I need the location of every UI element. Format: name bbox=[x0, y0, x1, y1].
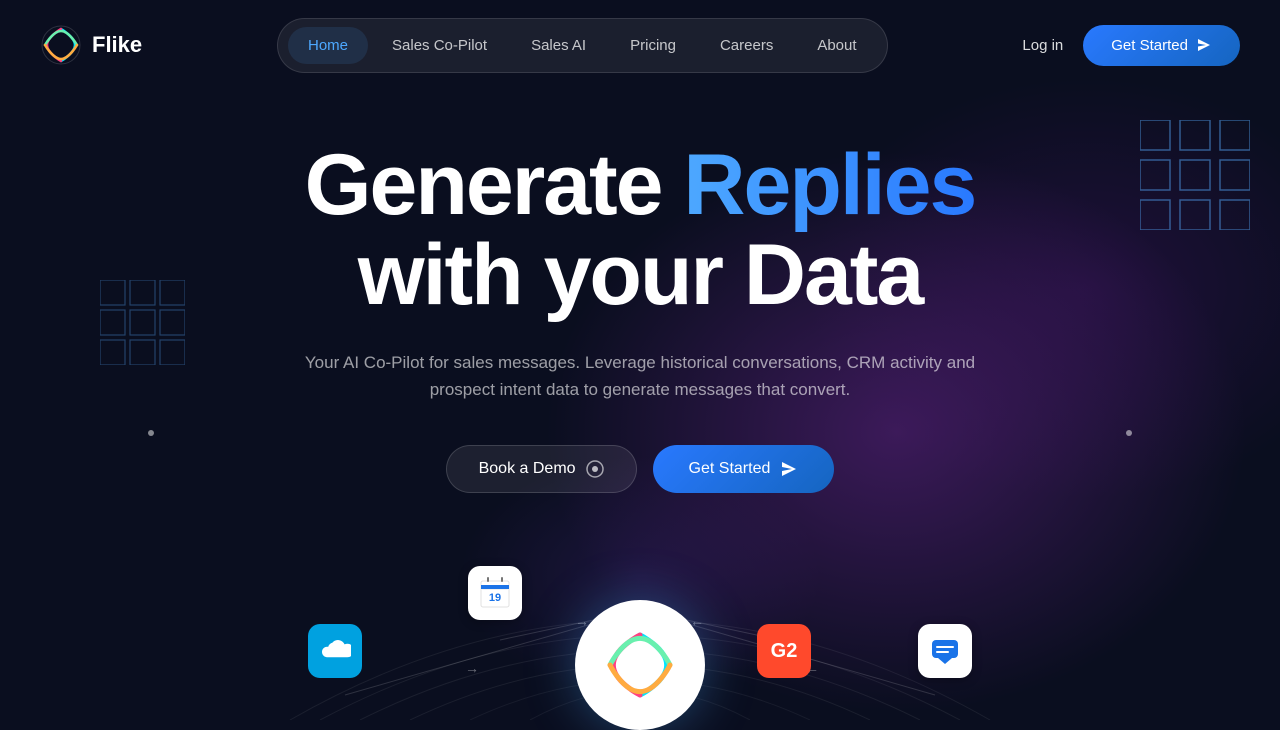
message-icon bbox=[930, 636, 960, 666]
hero-section: Generate Replies with your Data Your AI … bbox=[0, 90, 1280, 493]
hero-subtext: Your AI Co-Pilot for sales messages. Lev… bbox=[290, 349, 990, 403]
nav-link-careers[interactable]: Careers bbox=[700, 27, 793, 64]
login-button[interactable]: Log in bbox=[1022, 37, 1063, 54]
svg-text:→: → bbox=[465, 660, 479, 676]
nav-link-pricing[interactable]: Pricing bbox=[610, 27, 696, 64]
book-demo-button[interactable]: Book a Demo bbox=[446, 445, 637, 493]
send-icon bbox=[1196, 37, 1212, 53]
logo-link[interactable]: Flike bbox=[40, 24, 142, 66]
center-flike-icon bbox=[605, 630, 675, 700]
nav-link-sales-copilot[interactable]: Sales Co-Pilot bbox=[372, 27, 507, 64]
nav-get-started-button[interactable]: Get Started bbox=[1083, 25, 1240, 66]
headline-part1: Generate bbox=[305, 137, 684, 233]
g2-node: G2 bbox=[757, 624, 811, 678]
nav-actions: Log in Get Started bbox=[1022, 25, 1240, 66]
g2-label: G2 bbox=[771, 640, 798, 663]
navbar: Flike Home Sales Co-Pilot Sales AI Prici… bbox=[0, 0, 1280, 90]
headline-highlight: Replies bbox=[683, 137, 975, 233]
salesforce-icon bbox=[319, 640, 351, 662]
center-logo-circle bbox=[575, 600, 705, 730]
nav-pill: Home Sales Co-Pilot Sales AI Pricing Car… bbox=[277, 18, 888, 73]
nav-link-sales-ai[interactable]: Sales AI bbox=[511, 27, 606, 64]
integration-illustration: → → ← ← 19 G2 bbox=[0, 500, 1280, 720]
nav-link-home[interactable]: Home bbox=[288, 27, 368, 64]
calendar-icon: 19 bbox=[479, 577, 511, 609]
google-calendar-node: 19 bbox=[468, 566, 522, 620]
headline-line2: with your Data bbox=[305, 230, 976, 320]
brand-name: Flike bbox=[92, 32, 142, 58]
nav-link-about[interactable]: About bbox=[797, 27, 876, 64]
demo-icon bbox=[586, 460, 604, 478]
hero-buttons: Book a Demo Get Started bbox=[446, 445, 835, 493]
messaging-node bbox=[918, 624, 972, 678]
hero-get-started-button[interactable]: Get Started bbox=[653, 445, 835, 493]
hero-headline: Generate Replies with your Data bbox=[305, 140, 976, 321]
arrow-icon bbox=[780, 460, 798, 478]
svg-text:19: 19 bbox=[489, 592, 501, 604]
salesforce-node bbox=[308, 624, 362, 678]
logo-icon bbox=[40, 24, 82, 66]
